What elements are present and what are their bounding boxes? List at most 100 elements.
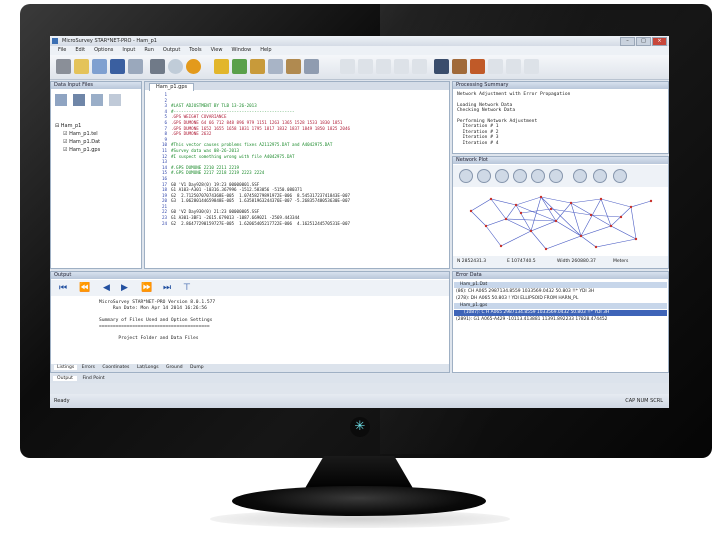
- options-icon[interactable]: [304, 59, 319, 74]
- menu-tools[interactable]: Tools: [189, 46, 201, 55]
- disabled-tool-icon: [394, 59, 409, 74]
- menu-output[interactable]: Output: [163, 46, 180, 55]
- tab-listings[interactable]: Listings: [54, 365, 78, 370]
- tab-output[interactable]: Output: [53, 376, 77, 381]
- editor-tabs: Ham_p1.gps: [145, 82, 449, 91]
- error-row[interactable]: (278): DH A065 50.803 ! YDI ELLIPSOID FR…: [456, 296, 578, 302]
- disabled-tool-icon: [340, 59, 355, 74]
- maximize-button[interactable]: □: [636, 37, 651, 46]
- new-project-icon[interactable]: [56, 59, 71, 74]
- output-navigation: ⏮ ⏪ ◀ ▶ ⏩ ⏭ ⊤: [51, 280, 449, 296]
- info-icon[interactable]: [186, 59, 201, 74]
- first-page-icon[interactable]: ⏮: [59, 282, 67, 294]
- error-group-gps[interactable]: Ham_p1.gps: [454, 303, 667, 309]
- line-number: 24: [161, 220, 167, 226]
- disabled-tool-icon: [506, 59, 521, 74]
- tool-icon[interactable]: [470, 59, 485, 74]
- tree-item[interactable]: ☑ Ham_p1.Dat: [55, 138, 100, 146]
- open-file-icon[interactable]: [92, 59, 107, 74]
- code-line[interactable]: G3 1.06280144659848E-005 1.6358196324437…: [171, 198, 350, 204]
- refresh-icon[interactable]: [109, 94, 121, 106]
- status-text: Ready: [54, 398, 70, 404]
- code-lines[interactable]: #LAST ADJUSTMENT BY TLB 13-26-2013 #-----…: [171, 92, 350, 226]
- tab-ground[interactable]: Ground: [163, 365, 186, 370]
- tab-ham-p1-gps[interactable]: Ham_p1.gps: [149, 83, 195, 91]
- network-graph[interactable]: [461, 191, 661, 253]
- pan-icon[interactable]: [513, 169, 527, 183]
- tree-item-label: Ham_p1.Dat: [69, 139, 101, 145]
- error-data-panel: Error Data Ham_p1.Dat (86): CH A065 2987…: [452, 271, 669, 373]
- rewind-icon[interactable]: ⏪: [79, 282, 90, 294]
- tab-coordinates[interactable]: Coordinates: [99, 365, 132, 370]
- close-button[interactable]: ×: [652, 37, 667, 46]
- tab-errors[interactable]: Errors: [79, 365, 98, 370]
- ellipse-icon[interactable]: [613, 169, 627, 183]
- minimize-button[interactable]: –: [620, 37, 635, 46]
- code-line[interactable]: .GPS DUMONE 64 66 712 848 896 979 1151 1…: [171, 120, 350, 126]
- tab-dump[interactable]: Dump: [187, 365, 207, 370]
- run-blunder-icon[interactable]: [250, 59, 265, 74]
- properties-icon[interactable]: [91, 94, 103, 106]
- zoom-extents-icon[interactable]: [495, 169, 509, 183]
- disabled-tool-icon: [412, 59, 427, 74]
- tree-item[interactable]: ☑ Ham_p1.gps: [55, 146, 100, 154]
- error-row[interactable]: (86): CH A065 2987134.8559 1033569.0432 …: [456, 289, 594, 295]
- error-group-dat[interactable]: Ham_p1.Dat: [454, 282, 667, 288]
- listing-icon[interactable]: [268, 59, 283, 74]
- tree-root[interactable]: ⊟ Ham_p1: [55, 122, 100, 130]
- width-readout: Width 260880.37: [557, 259, 596, 264]
- explorer-header: Data Input Files: [51, 82, 141, 89]
- run-adjustment-icon[interactable]: [214, 59, 229, 74]
- zoom-in-icon[interactable]: [459, 169, 473, 183]
- previous-icon[interactable]: ◀: [103, 282, 110, 294]
- tab-lat-longs[interactable]: Lat/Longs: [134, 365, 162, 370]
- errors-header: Error Data: [453, 272, 668, 279]
- run-preanalysis-icon[interactable]: [232, 59, 247, 74]
- disabled-tool-icon: [488, 59, 503, 74]
- tree-item-label: Ham_p1.tel: [69, 131, 98, 137]
- select-icon[interactable]: [549, 169, 563, 183]
- title-bar: MicroSurvey STAR*NET-PRO - Ham_p1 – □ ×: [50, 36, 669, 46]
- save-icon[interactable]: [110, 59, 125, 74]
- tree-item[interactable]: ☑ Ham_p1.tel: [55, 130, 100, 138]
- remove-file-icon[interactable]: [73, 94, 85, 106]
- tab-find-point[interactable]: Find Point: [78, 376, 108, 381]
- menu-view[interactable]: View: [211, 46, 223, 55]
- menu-window[interactable]: Window: [231, 46, 251, 55]
- bottom-tabs: Output Find Point: [50, 374, 669, 383]
- search-icon[interactable]: [168, 59, 183, 74]
- next-icon[interactable]: ▶: [121, 282, 128, 294]
- zoom-out-icon[interactable]: [477, 169, 491, 183]
- code-line[interactable]: G2 2.86477290159727E-005 1.6206540521772…: [171, 221, 350, 227]
- disabled-tool-icon: [524, 59, 539, 74]
- error-row[interactable]: (2891): G1 A065-A429 -10113.413881 11391…: [456, 317, 607, 323]
- explorer-title: Data Input Files: [54, 82, 94, 88]
- fast-forward-icon[interactable]: ⏩: [141, 282, 152, 294]
- copy-icon[interactable]: [128, 59, 143, 74]
- plot-header: Network Plot: [453, 157, 668, 164]
- error-row-selected[interactable]: (1087): C H A065 2987134.8559 1033569.04…: [454, 310, 667, 316]
- line-number-gutter: 1 2 3 4 5 6 7 8 9 10 11 12 13 14 15 16 17 18 19 20 21 22 23 24: [145, 92, 167, 226]
- add-file-icon[interactable]: [55, 94, 67, 106]
- open-folder-icon[interactable]: [74, 59, 89, 74]
- menu-file[interactable]: File: [58, 46, 66, 55]
- tab-label: Ham_p1.gps: [156, 84, 188, 90]
- listing-options-icon[interactable]: ⊤: [183, 282, 191, 294]
- plot-icon[interactable]: [286, 59, 301, 74]
- processing-summary-panel: Processing Summary Network Adjustment wi…: [452, 81, 669, 154]
- find-point-icon[interactable]: [593, 169, 607, 183]
- menu-run[interactable]: Run: [144, 46, 154, 55]
- menu-input[interactable]: Input: [122, 46, 135, 55]
- print-icon[interactable]: [150, 59, 165, 74]
- plot-options-icon[interactable]: [573, 169, 587, 183]
- menu-options[interactable]: Options: [94, 46, 113, 55]
- plot-status-bar: N 2852431.3 E 1074740.5 Width 260880.37 …: [453, 256, 668, 268]
- zoom-window-icon[interactable]: [531, 169, 545, 183]
- app-icon: [52, 38, 58, 44]
- menu-help[interactable]: Help: [260, 46, 271, 55]
- last-page-icon[interactable]: ⏭: [163, 282, 171, 294]
- menu-edit[interactable]: Edit: [75, 46, 85, 55]
- processing-header: Processing Summary: [453, 82, 668, 89]
- binoculars-icon[interactable]: [434, 59, 449, 74]
- tool-icon[interactable]: [452, 59, 467, 74]
